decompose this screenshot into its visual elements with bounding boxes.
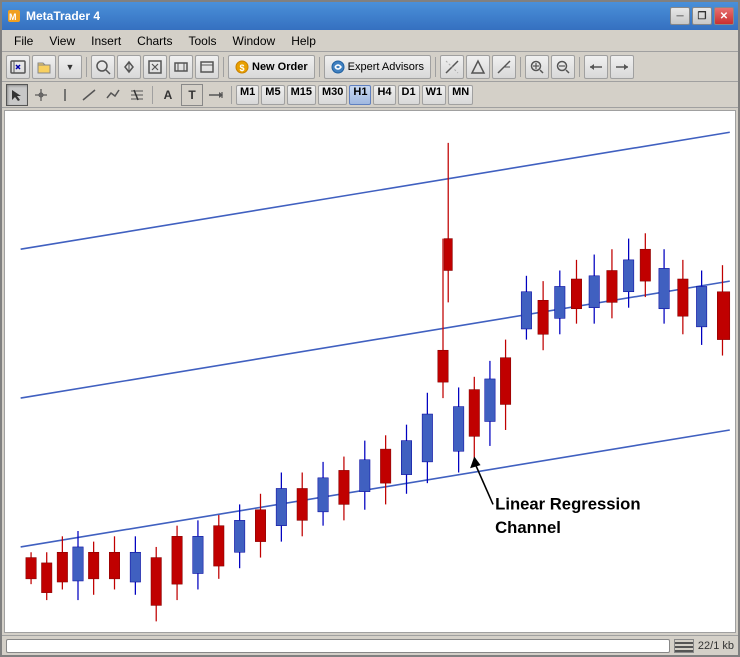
toolbar-sep-5: [520, 57, 521, 77]
menu-window[interactable]: Window: [225, 32, 284, 50]
draw-select-tool[interactable]: [6, 84, 28, 106]
menu-insert[interactable]: Insert: [83, 32, 129, 50]
tf-h4[interactable]: H4: [373, 85, 395, 105]
menu-bar: File View Insert Charts Tools Window Hel…: [2, 30, 738, 52]
menu-tools[interactable]: Tools: [181, 32, 225, 50]
toolbar-btn-5[interactable]: [169, 55, 193, 79]
draw-vertical-line[interactable]: [54, 84, 76, 106]
draw-text-tool[interactable]: A: [157, 84, 179, 106]
toolbar-btn-7[interactable]: [440, 55, 464, 79]
draw-sep-1: [152, 86, 153, 104]
toolbar-btn-10[interactable]: [584, 55, 608, 79]
draw-sep-2: [231, 86, 232, 104]
tf-mn[interactable]: MN: [448, 85, 473, 105]
toolbar-sep-4: [435, 57, 436, 77]
draw-poly-line[interactable]: [102, 84, 124, 106]
toolbar-sep-2: [223, 57, 224, 77]
tf-m1[interactable]: M1: [236, 85, 259, 105]
toolbar-btn-6[interactable]: [195, 55, 219, 79]
close-button[interactable]: ✕: [714, 7, 734, 25]
title-bar-buttons: ─ ❐ ✕: [670, 7, 734, 25]
main-toolbar: ▼ $ New Order Expert Advisors: [2, 52, 738, 82]
menu-charts[interactable]: Charts: [129, 32, 180, 50]
toolbar-sep-3: [319, 57, 320, 77]
svg-text:M: M: [9, 12, 17, 22]
menu-help[interactable]: Help: [283, 32, 324, 50]
new-order-button[interactable]: $ New Order: [228, 55, 315, 79]
tf-m30[interactable]: M30: [318, 85, 347, 105]
app-icon: M: [6, 8, 22, 24]
draw-crosshair-tool[interactable]: [30, 84, 52, 106]
main-window: M MetaTrader 4 ─ ❐ ✕ File View Insert Ch…: [0, 0, 740, 657]
chart-svg: Linear Regression Channel: [5, 111, 735, 632]
expert-advisors-button[interactable]: Expert Advisors: [324, 55, 431, 79]
menu-view[interactable]: View: [41, 32, 83, 50]
status-info: 22/1 kb: [698, 640, 734, 652]
toolbar-btn-1[interactable]: [6, 55, 30, 79]
status-bar: 22/1 kb: [2, 635, 738, 655]
tf-d1[interactable]: D1: [398, 85, 420, 105]
toolbar-btn-3[interactable]: [117, 55, 141, 79]
tf-m15[interactable]: M15: [287, 85, 316, 105]
tf-m5[interactable]: M5: [261, 85, 284, 105]
toolbar-btn-4[interactable]: [143, 55, 167, 79]
tf-w1[interactable]: W1: [422, 85, 447, 105]
svg-text:$: $: [239, 63, 244, 73]
draw-text-label[interactable]: T: [181, 84, 203, 106]
tf-h1[interactable]: H1: [349, 85, 371, 105]
toolbar-btn-11[interactable]: [610, 55, 634, 79]
toolbar-sep-1: [86, 57, 87, 77]
toolbar-btn-open[interactable]: [32, 55, 56, 79]
toolbar-btn-8[interactable]: [466, 55, 490, 79]
toolbar-sep-6: [579, 57, 580, 77]
draw-line-tool[interactable]: [78, 84, 100, 106]
window-title: MetaTrader 4: [26, 9, 670, 23]
draw-arrows-tool[interactable]: [205, 84, 227, 106]
restore-button[interactable]: ❐: [692, 7, 712, 25]
toolbar-btn-9[interactable]: [492, 55, 516, 79]
minimize-button[interactable]: ─: [670, 7, 690, 25]
status-icon: [674, 639, 694, 653]
toolbar-btn-dropdown[interactable]: ▼: [58, 55, 82, 79]
draw-fib-tool[interactable]: [126, 84, 148, 106]
svg-text:Linear Regression: Linear Regression: [495, 495, 640, 514]
menu-file[interactable]: File: [6, 32, 41, 50]
title-bar: M MetaTrader 4 ─ ❐ ✕: [2, 2, 738, 30]
chart-area[interactable]: Linear Regression Channel: [4, 110, 736, 633]
drawing-toolbar: A T M1 M5 M15 M30 H1 H4 D1 W1 MN: [2, 82, 738, 108]
scroll-bar[interactable]: [6, 639, 670, 653]
toolbar-zoom-out[interactable]: [551, 55, 575, 79]
toolbar-btn-2[interactable]: [91, 55, 115, 79]
svg-text:Channel: Channel: [495, 518, 561, 537]
toolbar-zoom-in[interactable]: [525, 55, 549, 79]
